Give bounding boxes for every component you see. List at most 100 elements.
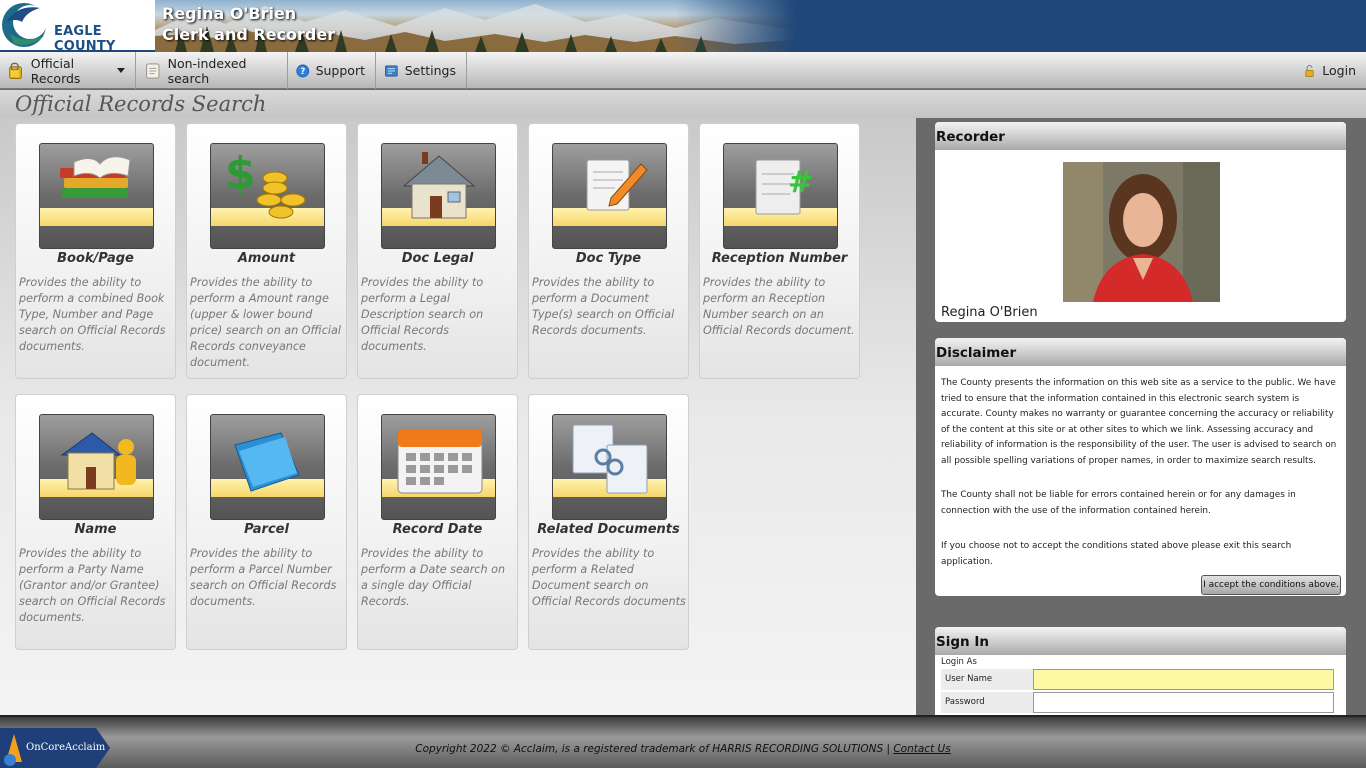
tile-title: Doc Legal: [401, 251, 474, 266]
tile-title: Related Documents: [537, 522, 680, 537]
username-row: User Name: [941, 669, 1336, 690]
tile-icon-box: [552, 414, 667, 520]
calendar-icon: [397, 428, 483, 494]
tile-description: Provides the ability to perform a Date s…: [361, 547, 506, 608]
document-hash-icon: #: [755, 159, 813, 215]
nav-settings-label: Settings: [404, 63, 456, 78]
tile-title: Record Date: [392, 522, 483, 537]
recorder-portrait: [1063, 162, 1220, 302]
nav-non-indexed-search[interactable]: Non-indexed search: [136, 52, 288, 89]
search-tiles-area: Book/Page Provides the ability to perfor…: [0, 118, 916, 715]
eagle-logo-icon: [2, 3, 47, 47]
disclaimer-paragraph: The County presents the information on t…: [941, 378, 1337, 466]
password-label: Password: [941, 692, 1033, 713]
nav-non-indexed-search-label: Non-indexed search: [167, 55, 247, 86]
disclaimer-heading: Disclaimer: [935, 338, 1346, 366]
tile-description: Provides the ability to perform a Legal …: [361, 276, 484, 353]
username-input[interactable]: [1033, 669, 1334, 690]
settings-icon: [385, 64, 398, 77]
tile-description: Provides the ability to perform a Relate…: [532, 547, 686, 608]
accept-conditions-button[interactable]: I accept the conditions above.: [1201, 575, 1341, 595]
house-person-icon: [60, 432, 136, 490]
tile-icon-box: [381, 143, 496, 249]
tile-reception-number[interactable]: # Reception Number Provides the ability …: [699, 123, 860, 379]
signin-heading: Sign In: [935, 627, 1346, 655]
tile-doc-legal[interactable]: Doc Legal Provides the ability to perfor…: [357, 123, 518, 379]
svg-text:?: ?: [300, 67, 305, 77]
nav-official-records-label: Official Records: [30, 55, 81, 86]
svg-text:$: $: [225, 148, 256, 199]
folder-lock-icon: [9, 62, 22, 79]
login-link[interactable]: Login: [1296, 52, 1366, 89]
recorder-name: Regina O'Brien: [941, 305, 1038, 320]
tile-description: Provides the ability to perform a Party …: [19, 547, 166, 624]
help-icon: ?: [296, 64, 310, 77]
tile-parcel[interactable]: Parcel Provides the ability to perform a…: [186, 394, 347, 650]
linked-documents-icon: [572, 424, 648, 494]
lock-icon: [1305, 64, 1314, 77]
tile-doc-type[interactable]: Doc Type Provides the ability to perform…: [528, 123, 689, 379]
disclaimer-paragraph: The County shall not be liable for error…: [941, 490, 1296, 516]
tile-title: Book/Page: [57, 251, 134, 266]
login-as-label: Login As: [941, 657, 977, 667]
county-logo[interactable]: EAGLE COUNTY: [0, 0, 155, 52]
tile-amount[interactable]: $ Amount Provides the ability to perform…: [186, 123, 347, 379]
books-icon: [60, 156, 131, 198]
page-title-bar: Official Records Search: [0, 90, 1366, 118]
tile-icon-box: $: [210, 143, 325, 249]
page-title: Official Records Search: [15, 92, 267, 116]
nav-support-label: Support: [315, 63, 365, 78]
header-title: Regina O'Brien Clerk and Recorder: [162, 3, 335, 45]
tile-title: Name: [74, 522, 117, 537]
username-label: User Name: [941, 669, 1033, 690]
house-icon: [402, 152, 476, 219]
tile-description: Provides the ability to perform a Parcel…: [190, 547, 337, 608]
tile-book-page[interactable]: Book/Page Provides the ability to perfor…: [15, 123, 176, 379]
disclaimer-panel: Disclaimer The County presents the infor…: [935, 338, 1346, 596]
recorder-panel: Recorder Regina O'Brien: [935, 122, 1346, 322]
clerk-name: Regina O'Brien: [162, 4, 297, 23]
footer-copyright: Copyright 2022 © Acclaim, is a registere…: [0, 743, 1366, 755]
signin-panel: Sign In Login As User Name Password: [935, 627, 1346, 719]
tile-description: Provides the ability to perform a Amount…: [190, 276, 341, 369]
county-logo-text: EAGLE COUNTY: [54, 24, 116, 52]
copyright-text: Copyright 2022 © Acclaim, is a registere…: [415, 743, 894, 755]
folder-icon: [234, 432, 300, 492]
recorder-heading: Recorder: [935, 122, 1346, 150]
tile-icon-box: [210, 414, 325, 520]
dollar-coins-icon: $: [225, 148, 306, 219]
clerk-role: Clerk and Recorder: [162, 25, 336, 44]
tile-icon-box: #: [723, 143, 838, 249]
svg-text:#: #: [788, 165, 813, 200]
tile-name[interactable]: Name Provides the ability to perform a P…: [15, 394, 176, 650]
tile-description: Provides the ability to perform a combin…: [19, 276, 166, 353]
tile-title: Parcel: [244, 522, 289, 537]
tile-icon-box: [381, 414, 496, 520]
tile-title: Reception Number: [711, 251, 848, 266]
tile-record-date[interactable]: Record Date Provides the ability to perf…: [357, 394, 518, 650]
tile-title: Amount: [237, 251, 296, 266]
main-nav: Official Records Non-indexed search ? Su…: [0, 52, 1366, 89]
recorder-photo: [1063, 162, 1220, 302]
tile-related-documents[interactable]: Related Documents Provides the ability t…: [528, 394, 689, 650]
right-sidebar: Recorder Regina O'Brien Disclaimer The C…: [916, 118, 1366, 719]
tile-icon-box: [552, 143, 667, 249]
nav-support[interactable]: ? Support: [288, 52, 376, 89]
tile-icon-box: [39, 414, 154, 520]
nav-official-records[interactable]: Official Records: [0, 52, 136, 89]
disclaimer-paragraph: If you choose not to accept the conditio…: [941, 541, 1292, 567]
header-banner: EAGLE COUNTY Regina O'Brien Clerk and Re…: [0, 0, 1366, 52]
chevron-down-icon: [117, 68, 125, 73]
contact-us-link[interactable]: Contact Us: [893, 743, 950, 755]
disclaimer-text: The County presents the information on t…: [941, 376, 1341, 570]
tile-icon-box: [39, 143, 154, 249]
password-input[interactable]: [1033, 692, 1334, 713]
scroll-icon: [146, 63, 160, 78]
tile-description: Provides the ability to perform an Recep…: [703, 276, 855, 337]
login-label: Login: [1322, 63, 1356, 78]
nav-settings[interactable]: Settings: [376, 52, 467, 89]
tile-title: Doc Type: [575, 251, 642, 266]
document-pencil-icon: [586, 159, 648, 211]
password-row: Password: [941, 692, 1336, 713]
footer: OnCoreAcclaim Copyright 2022 © Acclaim, …: [0, 715, 1366, 768]
